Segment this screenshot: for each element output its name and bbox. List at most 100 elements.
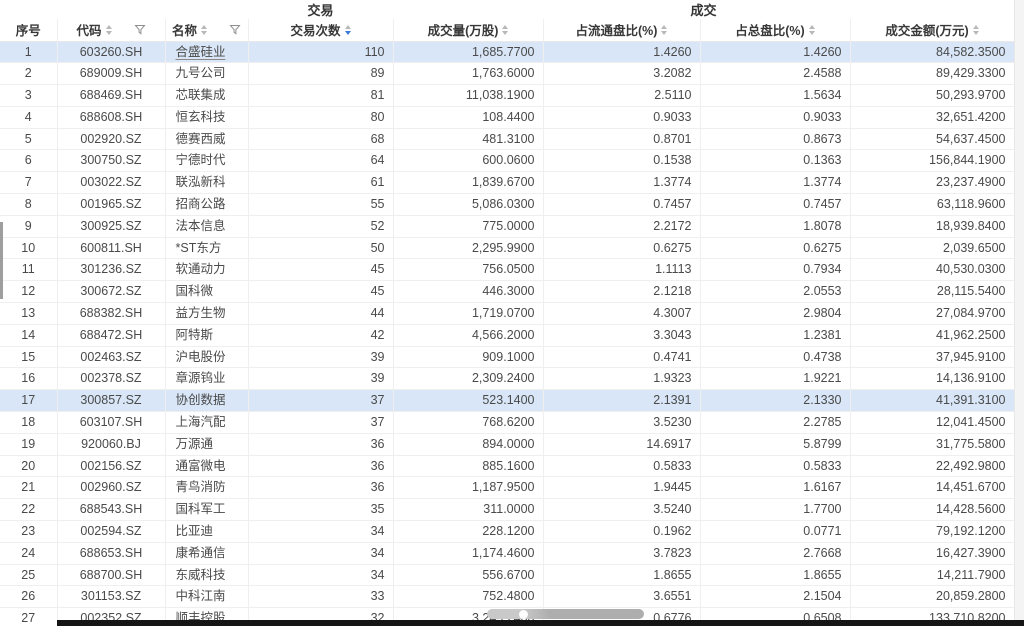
table-row[interactable]: 16 002378.SZ 章源钨业 39 2,309.2400 1.9323 1… bbox=[0, 367, 1015, 391]
left-scrollbar-fragment[interactable] bbox=[0, 222, 3, 299]
table-row[interactable]: 26 301153.SZ 中科江南 33 752.4800 3.6551 2.1… bbox=[0, 585, 1015, 609]
cell-name[interactable]: 阿特斯 bbox=[165, 324, 249, 347]
cell-trades: 89 bbox=[248, 62, 394, 86]
table-row[interactable]: 24 688653.SH 康希通信 34 1,174.4600 3.7823 2… bbox=[0, 542, 1015, 565]
cell-name[interactable]: 德赛西威 bbox=[165, 128, 249, 151]
cell-name[interactable]: 恒玄科技 bbox=[165, 106, 249, 129]
cell-float-pct: 14.6917 bbox=[543, 433, 701, 456]
table-row[interactable]: 20 002156.SZ 通富微电 36 885.1600 0.5833 0.5… bbox=[0, 455, 1015, 478]
cell-name[interactable]: 协创数据 bbox=[165, 389, 249, 413]
col-header-name[interactable]: 名称 bbox=[165, 19, 249, 42]
sort-carets-icon[interactable] bbox=[972, 24, 979, 35]
table-row[interactable]: 23 002594.SZ 比亚迪 34 228.1200 0.1962 0.07… bbox=[0, 520, 1015, 543]
table-row[interactable]: 12 300672.SZ 国科微 45 446.3000 2.1218 2.05… bbox=[0, 280, 1015, 304]
cell-amount: 63,118.9600 bbox=[850, 193, 1015, 216]
cell-name[interactable]: 益方生物 bbox=[165, 302, 249, 325]
cell-name[interactable]: 软通动力 bbox=[165, 258, 249, 282]
filter-funnel-icon[interactable] bbox=[229, 24, 241, 36]
cell-seq: 23 bbox=[0, 520, 58, 543]
cell-name[interactable]: 芯联集成 bbox=[165, 84, 249, 107]
col-header-amount[interactable]: 成交金额(万元) bbox=[850, 19, 1015, 42]
cell-name[interactable]: 国科军工 bbox=[165, 498, 249, 522]
cell-name[interactable]: *ST东方 bbox=[165, 237, 249, 260]
cell-amount: 28,115.5400 bbox=[850, 280, 1015, 304]
table-row[interactable]: 2 689009.SH 九号公司 89 1,763.6000 3.2082 2.… bbox=[0, 62, 1015, 86]
cell-name[interactable]: 招商公路 bbox=[165, 193, 249, 216]
cell-name[interactable]: 联泓新科 bbox=[165, 171, 249, 195]
cell-amount: 14,428.5600 bbox=[850, 498, 1015, 522]
table-row[interactable]: 5 002920.SZ 德赛西威 68 481.3100 0.8701 0.86… bbox=[0, 128, 1015, 151]
filter-funnel-icon[interactable] bbox=[133, 24, 146, 36]
col-header-total-pct[interactable]: 占总盘比(%) bbox=[700, 19, 851, 42]
cell-name[interactable]: 宁德时代 bbox=[165, 149, 249, 173]
table-row[interactable]: 22 688543.SH 国科军工 35 311.0000 3.5240 1.7… bbox=[0, 498, 1015, 522]
table-row[interactable]: 15 002463.SZ 沪电股份 39 909.1000 0.4741 0.4… bbox=[0, 346, 1015, 369]
table-row[interactable]: 7 003022.SZ 联泓新科 61 1,839.6700 1.3774 1.… bbox=[0, 171, 1015, 195]
table-row[interactable]: 3 688469.SH 芯联集成 81 11,038.1900 2.5110 1… bbox=[0, 84, 1015, 107]
cell-trades: 34 bbox=[248, 542, 394, 565]
col-header-volume[interactable]: 成交量(万股) bbox=[393, 19, 544, 42]
table-row[interactable]: 21 002960.SZ 青鸟消防 36 1,187.9500 1.9445 1… bbox=[0, 476, 1015, 500]
cell-seq: 6 bbox=[0, 149, 58, 173]
cell-name[interactable]: 通富微电 bbox=[165, 455, 249, 478]
table-row[interactable]: 19 920060.BJ 万源通 36 894.0000 14.6917 5.8… bbox=[0, 433, 1015, 456]
cell-name[interactable]: 九号公司 bbox=[165, 62, 249, 86]
col-header-code[interactable]: 代码 bbox=[57, 19, 166, 42]
cell-amount: 50,293.9700 bbox=[850, 84, 1015, 107]
cell-name[interactable]: 沪电股份 bbox=[165, 346, 249, 369]
cell-seq: 18 bbox=[0, 411, 58, 434]
cell-name[interactable]: 中科江南 bbox=[165, 585, 249, 609]
sort-carets-icon[interactable] bbox=[661, 24, 668, 35]
sort-carets-icon[interactable] bbox=[201, 24, 207, 35]
cell-code: 301236.SZ bbox=[57, 258, 166, 282]
table-row[interactable]: 1 603260.SH 合盛硅业 110 1,685.7700 1.4260 1… bbox=[0, 41, 1015, 64]
table-row[interactable]: 10 600811.SH *ST东方 50 2,295.9900 0.6275 … bbox=[0, 237, 1015, 260]
cell-float-pct: 0.9033 bbox=[543, 106, 701, 129]
cell-code: 002378.SZ bbox=[57, 367, 166, 391]
cell-name[interactable]: 法本信息 bbox=[165, 215, 249, 238]
vertical-scrollbar-track[interactable] bbox=[1014, 0, 1024, 620]
cell-name[interactable]: 康希通信 bbox=[165, 542, 249, 565]
table-row[interactable]: 25 688700.SH 东威科技 34 556.6700 1.8655 1.8… bbox=[0, 564, 1015, 587]
horizontal-scrollbar-thumb[interactable] bbox=[487, 609, 644, 619]
cell-name[interactable]: 国科微 bbox=[165, 280, 249, 304]
cell-float-pct: 2.2172 bbox=[543, 215, 701, 238]
cell-trades: 68 bbox=[248, 128, 394, 151]
cell-amount: 16,427.3900 bbox=[850, 542, 1015, 565]
table-row[interactable]: 13 688382.SH 益方生物 44 1,719.0700 4.3007 2… bbox=[0, 302, 1015, 325]
col-header-trades[interactable]: 交易次数 bbox=[248, 19, 394, 42]
table-row[interactable]: 6 300750.SZ 宁德时代 64 600.0600 0.1538 0.13… bbox=[0, 149, 1015, 173]
cell-seq: 15 bbox=[0, 346, 58, 369]
table-row[interactable]: 11 301236.SZ 软通动力 45 756.0500 1.1113 0.7… bbox=[0, 258, 1015, 282]
sort-carets-icon[interactable] bbox=[808, 24, 815, 35]
table-row[interactable]: 9 300925.SZ 法本信息 52 775.0000 2.2172 1.80… bbox=[0, 215, 1015, 238]
cell-trades: 39 bbox=[248, 367, 394, 391]
cell-name[interactable]: 上海汽配 bbox=[165, 411, 249, 434]
col-header-float-pct[interactable]: 占流通盘比(%) bbox=[543, 19, 701, 42]
cell-volume: 2,309.2400 bbox=[393, 367, 544, 391]
cell-name[interactable]: 比亚迪 bbox=[165, 520, 249, 543]
cell-name[interactable]: 章源钨业 bbox=[165, 367, 249, 391]
cell-trades: 33 bbox=[248, 585, 394, 609]
cell-name[interactable]: 东威科技 bbox=[165, 564, 249, 587]
cell-float-pct: 1.4260 bbox=[543, 41, 701, 64]
cell-code: 300857.SZ bbox=[57, 389, 166, 413]
cell-name[interactable]: 万源通 bbox=[165, 433, 249, 456]
group-header-spacer bbox=[0, 0, 248, 19]
table-row[interactable]: 18 603107.SH 上海汽配 37 768.6200 3.5230 2.2… bbox=[0, 411, 1015, 434]
cell-amount: 41,962.2500 bbox=[850, 324, 1015, 347]
table-row[interactable]: 14 688472.SH 阿特斯 42 4,566.2000 3.3043 1.… bbox=[0, 324, 1015, 347]
table-row[interactable]: 17 300857.SZ 协创数据 37 523.1400 2.1391 2.1… bbox=[0, 389, 1015, 413]
cell-float-pct: 0.8701 bbox=[543, 128, 701, 151]
cell-volume: 481.3100 bbox=[393, 128, 544, 151]
cell-float-pct: 0.1962 bbox=[543, 520, 701, 543]
sort-carets-icon[interactable] bbox=[344, 24, 351, 35]
cell-code: 002920.SZ bbox=[57, 128, 166, 151]
cell-float-pct: 1.8655 bbox=[543, 564, 701, 587]
cell-name[interactable]: 合盛硅业 bbox=[165, 41, 249, 64]
cell-name[interactable]: 青鸟消防 bbox=[165, 476, 249, 500]
sort-carets-icon[interactable] bbox=[105, 24, 112, 35]
table-row[interactable]: 8 001965.SZ 招商公路 55 5,086.0300 0.7457 0.… bbox=[0, 193, 1015, 216]
table-row[interactable]: 4 688608.SH 恒玄科技 80 108.4400 0.9033 0.90… bbox=[0, 106, 1015, 129]
sort-carets-icon[interactable] bbox=[502, 24, 509, 35]
